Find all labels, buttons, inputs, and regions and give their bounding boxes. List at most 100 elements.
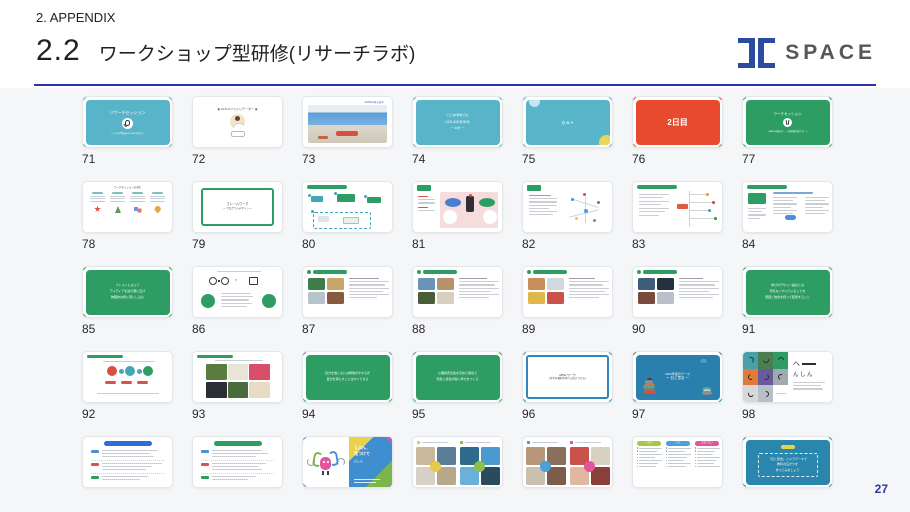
thumb-number: 83 [632, 237, 723, 251]
thumb-cell-r5c2 [192, 436, 283, 488]
slide-thumbnail-71: リサーチセッション ～◯◯中学校のULTLAから学ぶ～ [82, 96, 173, 148]
thumb-number: 88 [412, 322, 503, 336]
slide-page: 2. APPENDIX 2.2 ワークショップ型研修(リサーチラボ) SPACE… [0, 0, 910, 512]
thumb-cell-79: フレームワーク ー プログラムデザイン ー 79 [192, 181, 283, 251]
thumb-number: 84 [742, 237, 833, 251]
page-title: 2.2 ワークショップ型研修(リサーチラボ) [36, 34, 415, 68]
photo-grid [308, 278, 344, 304]
slide-thumbnail-77: ワークセッション ～ABSLを味わい、一歩を踏み出そう！～ [742, 96, 833, 148]
thumb-number: 78 [82, 237, 173, 251]
thumb-cell-93: 93 [192, 351, 283, 421]
slide-thumbnail-97: 2024年度のテーマ ー 石と意志 ー [632, 351, 723, 403]
thumb-cell-88: 88 [412, 266, 503, 336]
thumb-cell-r5c5 [522, 436, 613, 488]
glasses-icon [209, 277, 229, 285]
slide-thumbnail-98: へ んしん [742, 351, 833, 403]
slide-thumbnail-88 [412, 266, 503, 318]
slide-thumbnail-94: 自分を信じるには時間がかかるが 自分を満たすことはすぐできる [302, 351, 393, 403]
thumb-number: 73 [302, 152, 393, 166]
book-cover: じぶん、 見つけて んしん [349, 437, 392, 487]
hand-icon [783, 118, 792, 127]
space-logo-text: SPACE [785, 41, 876, 65]
thumb-cell-r5c7: 「石と意志」というテーマで 教科の広がりを 作ってみましょう [742, 436, 833, 488]
thumb-cell-78: ワークセッションの流れ 78 [82, 181, 173, 251]
title-divider [34, 84, 876, 86]
thumb-number: 72 [192, 152, 283, 166]
thumb-cell-89: 89 [522, 266, 613, 336]
slide-thumbnail-85: ブレストによって アイディアを最大限に広げ 物理的な枠に落とし込む [82, 266, 173, 318]
slide-thumbnail-three-lists: しぜん くらし おまじない [632, 436, 723, 488]
slide-thumbnail-photo-pair-1 [412, 436, 503, 488]
slide-thumbnail-character-cover: じぶん、 見つけて んしん [302, 436, 393, 488]
thumb-number: 89 [522, 322, 613, 336]
slide-thumbnail-90 [632, 266, 723, 318]
space-logo: SPACE [738, 38, 876, 68]
thumb-number: 95 [412, 407, 503, 421]
thumb-number: 91 [742, 322, 833, 336]
slide-thumbnail-76: 2日目 [632, 96, 723, 148]
slide-thumbnail-75: Q & A [522, 96, 613, 148]
section-number: 2.2 [36, 34, 81, 68]
slide-thumbnail-78: ワークセッションの流れ [82, 181, 173, 233]
slide-thumbnail-theme-prompt: 「石と意志」というテーマで 教科の広がりを 作ってみましょう [742, 436, 833, 488]
slide-thumbnail-74: ◯◯中学校での ULTLAのあゆみ ー 30分 ー [412, 96, 503, 148]
thumb-number: 77 [742, 152, 833, 166]
slide-thumbnail-96: ABSLワーク (美学を教科学習へと結びつける) [522, 351, 613, 403]
thumb-cell-97: 2024年度のテーマ ー 石と意志 ー 97 [632, 351, 723, 421]
puzzle-icon [134, 206, 141, 213]
thumb-cell-r5c1 [82, 436, 173, 488]
thumb-cell-98: へ んしん 98 [742, 351, 833, 421]
magnifier-icon [122, 118, 133, 129]
tree-icon [115, 206, 121, 213]
thumb-number: 97 [632, 407, 723, 421]
hook-tile-grid [743, 352, 788, 402]
thumb-cell-r5c4 [412, 436, 503, 488]
thumb-cell-87: 87 [302, 266, 393, 336]
thumb-cell-96: ABSLワーク (美学を教科学習へと結びつける) 96 [522, 351, 613, 421]
badge-pill [781, 445, 795, 450]
thumb-cell-71: リサーチセッション ～◯◯中学校のULTLAから学ぶ～ 71 [82, 96, 173, 166]
slide-thumbnail-83 [632, 181, 723, 233]
slide-thumbnail-79: フレームワーク ー プログラムデザイン ー [192, 181, 283, 233]
slide-thumbnail-84 [742, 181, 833, 233]
box-icon [249, 277, 258, 285]
thumb-number: 87 [302, 322, 393, 336]
slide-thumbnail-92 [82, 351, 173, 403]
slide-thumbnail-80 [302, 181, 393, 233]
thumb-cell-73: 2025年4月の様子 73 [302, 96, 393, 166]
heart-icon [155, 206, 161, 213]
thumb-number: 86 [192, 322, 283, 336]
classroom-photo [308, 105, 387, 143]
thumb-cell-77: ワークセッション ～ABSLを味わい、一歩を踏み出そう！～ 77 [742, 96, 833, 166]
thumb-cell-86: × 86 [192, 266, 283, 336]
thumb-cell-84: 84 [742, 181, 833, 251]
slide-thumbnail-agenda-blue [82, 436, 173, 488]
slide-thumbnail-82 [522, 181, 613, 233]
circle-cluster [107, 366, 153, 376]
slide-thumbnail-73: 2025年4月の様子 [302, 96, 393, 148]
thumb-number: 85 [82, 322, 173, 336]
thumb-cell-81: 81 [412, 181, 503, 251]
mindmap-sketch [563, 189, 609, 229]
thumb-cell-82: 82 [522, 181, 613, 251]
thumb-cell-76: 2日目 76 [632, 96, 723, 166]
thumb-cell-74: ◯◯中学校での ULTLAのあゆみ ー 30分 ー 74 [412, 96, 503, 166]
thumb-cell-83: 83 [632, 181, 723, 251]
slide-thumbnail-95: 心理的安全性を高めた環境で 知性と感性が開く学びをつくる [412, 351, 503, 403]
thumb-number: 74 [412, 152, 503, 166]
photo-grid [418, 278, 454, 304]
thumb-cell-72: ◉ ULTLAファシリテーター ◉ 72 [192, 96, 283, 166]
slide-thumbnail-agenda-green [192, 436, 283, 488]
thumb-cell-92: 92 [82, 351, 173, 421]
thumb-cell-91: 学びのデザイン設計とは 何気なくやっていることを 意図と信念を持って配置すること… [742, 266, 833, 336]
section-label: 2. APPENDIX [36, 10, 115, 25]
thumb-cell-80: 80 [302, 181, 393, 251]
slide-thumbnail-photo-pair-2 [522, 436, 613, 488]
photo-grid [638, 278, 674, 304]
thumb-cell-94: 自分を信じるには時間がかかるが 自分を満たすことはすぐできる 94 [302, 351, 393, 421]
character-illustration [303, 437, 348, 488]
title-text: ワークショップ型研修(リサーチラボ) [99, 39, 416, 66]
thumb-number: 79 [192, 237, 283, 251]
thumbnail-grid: リサーチセッション ～◯◯中学校のULTLAから学ぶ～ 71 ◉ ULTLAファ… [82, 96, 833, 488]
thumb-cell-95: 心理的安全性を高めた環境で 知性と感性が開く学びをつくる 95 [412, 351, 503, 421]
